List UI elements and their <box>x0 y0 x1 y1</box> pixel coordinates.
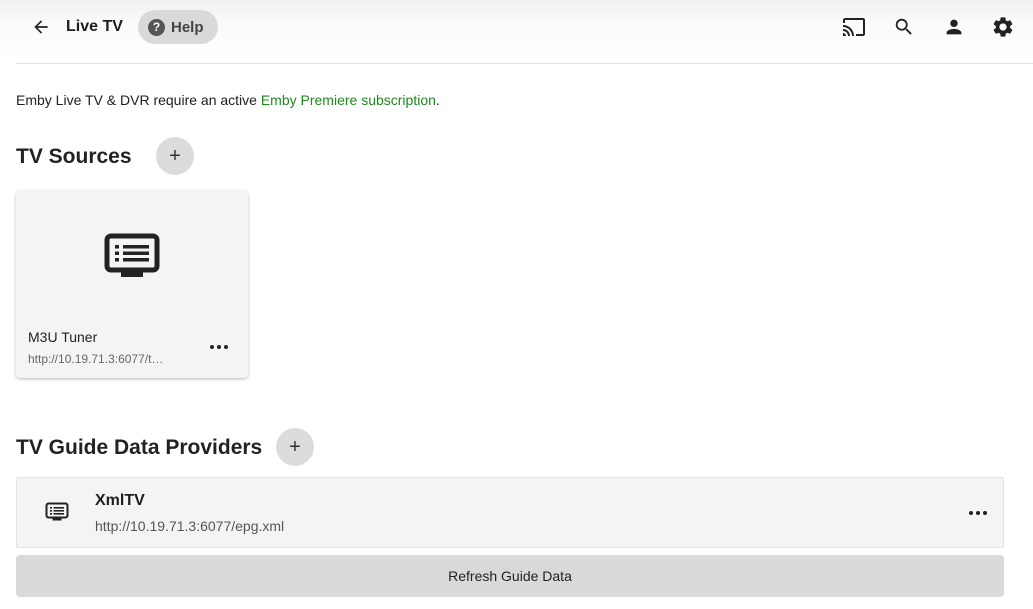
tv-source-more-button[interactable] <box>204 339 234 355</box>
tv-sources-heading: TV Sources <box>16 145 132 168</box>
refresh-guide-data-button[interactable]: Refresh Guide Data <box>16 555 1004 597</box>
add-guide-provider-button[interactable]: + <box>276 428 314 466</box>
more-dot <box>224 345 228 349</box>
help-label: Help <box>171 18 204 36</box>
help-button[interactable]: ? Help <box>138 10 218 44</box>
guide-provider-name: XmlTV <box>95 492 145 509</box>
search-icon <box>895 18 912 35</box>
premiere-subscription-link[interactable]: Emby Premiere subscription <box>261 92 436 108</box>
premiere-notice-suffix: . <box>435 92 440 108</box>
add-tv-source-button[interactable]: + <box>156 137 194 175</box>
page-title: Live TV <box>66 18 123 35</box>
cast-button[interactable] <box>841 14 867 40</box>
tv-guide-icon <box>104 233 160 277</box>
premiere-notice: Emby Live TV & DVR require an active Emb… <box>16 92 440 108</box>
settings-button[interactable] <box>990 14 1016 40</box>
search-button[interactable] <box>891 14 917 40</box>
settings-gear-icon <box>993 17 1013 37</box>
more-dot <box>976 511 980 515</box>
help-icon: ? <box>148 18 165 36</box>
header-divider <box>16 63 1033 64</box>
tv-source-url: http://10.19.71.3:6077/t… <box>28 352 164 366</box>
guide-provider-item[interactable]: XmlTV http://10.19.71.3:6077/epg.xml <box>16 477 1004 548</box>
tv-source-name: M3U Tuner <box>28 329 98 345</box>
guide-provider-url: http://10.19.71.3:6077/epg.xml <box>95 518 285 534</box>
premiere-notice-text: Emby Live TV & DVR require an active <box>16 92 261 108</box>
user-icon <box>946 19 962 35</box>
tv-guide-icon <box>45 502 69 521</box>
back-button[interactable] <box>26 12 56 42</box>
guide-provider-more-button[interactable] <box>963 505 993 521</box>
more-dot <box>217 345 221 349</box>
more-dot <box>210 345 214 349</box>
tv-source-card[interactable]: M3U Tuner http://10.19.71.3:6077/t… <box>16 191 248 378</box>
user-button[interactable] <box>941 14 967 40</box>
guide-providers-heading: TV Guide Data Providers <box>16 436 263 459</box>
more-dot <box>983 511 987 515</box>
more-dot <box>969 511 973 515</box>
cast-icon <box>843 18 865 36</box>
back-arrow-icon <box>34 20 48 34</box>
